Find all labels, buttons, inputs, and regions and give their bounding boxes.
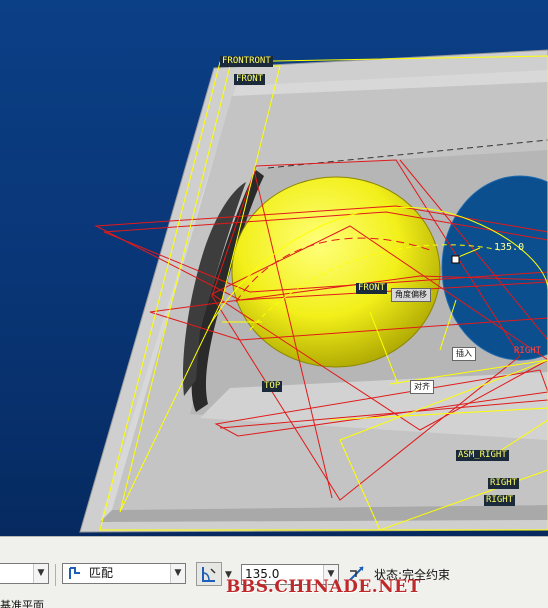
- model-viewport[interactable]: FRONTRONT FRONT FRONT TOP ASM_RIGHT RIGH…: [0, 0, 548, 536]
- chevron-down-icon[interactable]: ▼: [170, 564, 185, 583]
- offset-type-button[interactable]: [196, 562, 222, 586]
- plane-label-right: RIGHT: [488, 478, 520, 489]
- callout-angle-offset[interactable]: 角度偏移: [391, 288, 431, 302]
- toolbar-separator: [55, 564, 56, 586]
- first-combo[interactable]: ▼: [0, 563, 49, 584]
- chevron-down-icon[interactable]: ▼: [33, 564, 48, 583]
- constraint-type-icon: [68, 567, 82, 580]
- watermark: BBS.CHINADE.NET: [226, 577, 421, 597]
- plane-label-front: FRONT: [234, 74, 266, 85]
- datum-plane-label: 基准平面: [0, 599, 44, 608]
- callout-align[interactable]: 对齐: [410, 380, 434, 394]
- plane-label-front-mid: FRONT: [356, 283, 388, 294]
- angle-dimension-value[interactable]: 135.0: [494, 242, 524, 253]
- constraint-type-select[interactable]: 匹配 ▼: [62, 563, 186, 584]
- callout-insert[interactable]: 插入: [452, 347, 476, 361]
- plane-label-right-2: RIGHT: [484, 495, 516, 506]
- constraint-type-value: 匹配: [89, 566, 114, 580]
- plane-label-top: TOP: [262, 381, 283, 392]
- plane-label-asm-right: ASM_RIGHT: [456, 450, 509, 461]
- plane-label-right-edge: RIGHT: [514, 346, 542, 356]
- angle-offset-icon: [202, 567, 216, 582]
- plane-label-frontront: FRONTRONT: [220, 56, 273, 67]
- dimension-handle: [451, 255, 460, 264]
